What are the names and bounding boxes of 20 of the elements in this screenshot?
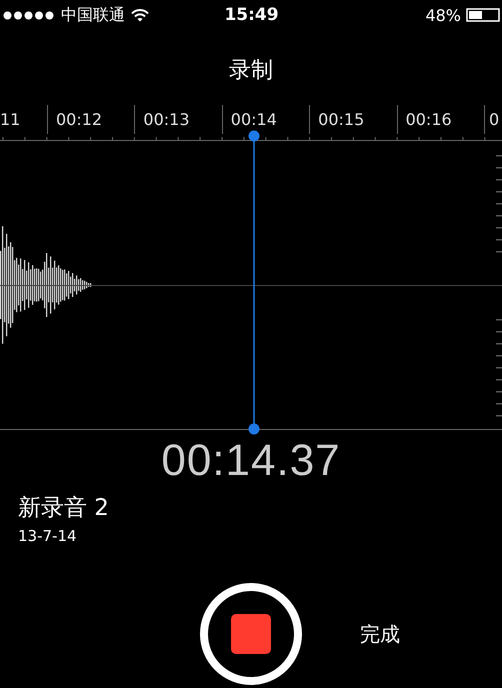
status-time: 15:49	[224, 5, 279, 25]
time-label: 0	[488, 110, 500, 129]
screen-title: 录制	[229, 56, 273, 84]
wifi-icon	[131, 8, 149, 22]
time-label: 00:16	[406, 110, 452, 129]
battery-percent: 48%	[425, 6, 461, 24]
signal-icon	[3, 10, 55, 20]
battery-icon	[466, 8, 500, 22]
playhead[interactable]	[248, 130, 260, 435]
time-label: 11	[0, 110, 20, 129]
time-label: 00:13	[143, 110, 190, 129]
elapsed-time: 00:14.37	[161, 436, 341, 486]
time-label: 00:12	[56, 110, 102, 129]
time-label: 00:14	[230, 110, 277, 129]
carrier-name: 中国联通	[61, 4, 125, 26]
done-button[interactable]: 完成	[360, 621, 400, 648]
time-label: 00:15	[318, 110, 364, 129]
stop-icon	[231, 614, 271, 654]
recording-name: 新录音 2	[18, 494, 110, 523]
recording-date: 13-7-14	[18, 527, 78, 545]
